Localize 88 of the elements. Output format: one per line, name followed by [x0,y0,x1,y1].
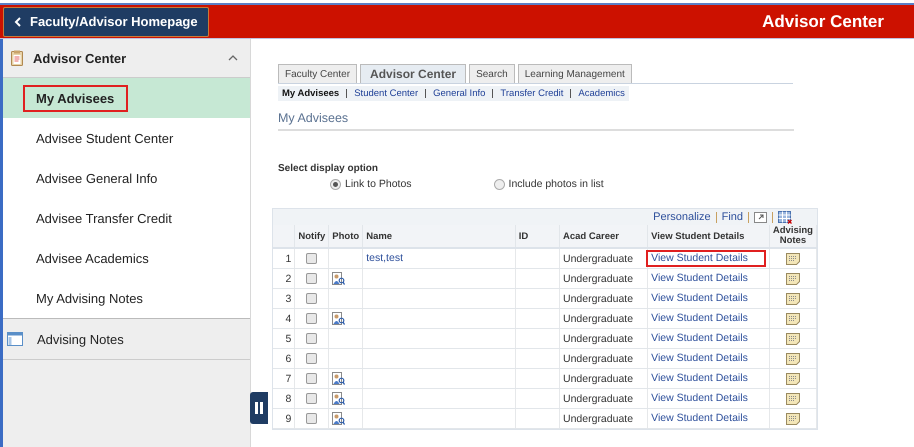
note-icon[interactable] [786,392,800,405]
page-title: My Advisees [278,111,794,131]
column-header: Photo [332,230,360,242]
page-header-title: Advisor Center [762,12,884,32]
checkbox[interactable] [306,413,318,424]
photo-search-icon[interactable] [332,392,346,406]
details-link[interactable]: View Student Details [646,390,753,407]
tab[interactable]: Learning Management [518,64,632,83]
checkbox[interactable] [306,333,318,344]
details-link[interactable]: View Student Details [646,370,753,387]
note-icon[interactable] [786,412,800,425]
new-window-icon[interactable] [754,212,767,222]
note-icon[interactable] [786,272,800,285]
checkbox[interactable] [306,253,318,264]
checkbox[interactable] [306,353,318,364]
row-number: 2 [286,272,292,284]
table-cell: Undergraduate [563,412,634,424]
subnav-link[interactable]: My Advisees [282,88,340,99]
toolbar-link[interactable]: Personalize [653,211,711,223]
subnav-link[interactable]: General Info [433,88,486,99]
note-icon[interactable] [786,352,800,365]
column-header: Advising Notes [772,225,813,246]
note-icon[interactable] [786,372,800,385]
subnav-link[interactable]: Student Center [354,88,418,99]
details-link[interactable]: View Student Details [646,290,753,307]
table-cell: Undergraduate [563,272,634,284]
subnav-link[interactable]: Transfer Credit [500,88,564,99]
row-number: 4 [286,312,292,324]
toolbar-link[interactable]: Find [722,211,743,223]
details-link[interactable]: View Student Details [646,250,766,267]
sidebar-item[interactable]: My Advisees [23,84,128,112]
row-number: 6 [286,352,292,364]
section-title: Advising Notes [37,332,124,346]
radio-label: Link to Photos [345,178,412,190]
row-number: 8 [286,392,292,404]
checkbox[interactable] [306,293,318,304]
note-icon[interactable] [786,332,800,345]
tab[interactable]: Advisor Center [360,64,466,83]
row-number: 1 [286,252,292,264]
details-link[interactable]: View Student Details [646,270,753,287]
option-label: Select display option [278,163,380,174]
photo-search-icon[interactable] [332,372,346,386]
photo-search-icon[interactable] [332,312,346,326]
row-number: 3 [286,292,292,304]
table-cell: Undergraduate [563,352,634,364]
checkbox[interactable] [306,313,318,324]
column-header: ID [518,230,528,242]
note-icon[interactable] [786,312,800,325]
table-cell: Undergraduate [563,312,634,324]
checkbox[interactable] [306,393,318,404]
radio-label: Include photos in list [508,178,604,190]
column-header: Acad Career [563,230,619,242]
radio-button[interactable] [330,178,341,190]
checkbox[interactable] [306,273,318,284]
table-cell: Undergraduate [563,252,634,264]
column-header: View Student Details [651,230,744,242]
spreadsheet-icon[interactable] [778,210,792,224]
section-title: Advisor Center [33,50,128,66]
note-icon[interactable] [786,252,800,265]
sidebar-section-header[interactable]: Advising Notes [3,318,250,360]
subnav-link[interactable]: Academics [578,88,625,99]
checkbox[interactable] [306,373,318,384]
details-link[interactable]: View Student Details [646,410,753,427]
tab[interactable]: Faculty Center [278,64,358,83]
column-header: Name [366,230,392,242]
collapse-handle[interactable] [250,392,268,424]
details-link[interactable]: View Student Details [646,330,753,347]
table-cell: Undergraduate [563,332,634,344]
table-cell: Undergraduate [563,292,634,304]
details-link[interactable]: View Student Details [646,350,753,367]
column-header: Notify [298,230,326,242]
clipboard-icon [11,50,23,66]
photo-search-icon[interactable] [332,412,346,426]
details-link[interactable]: View Student Details [646,310,753,327]
pause-icon [255,402,263,414]
note-icon[interactable] [786,292,800,305]
window-icon [7,332,23,346]
chevron-left-icon [14,16,22,26]
photo-search-icon[interactable] [332,272,346,286]
student-name-link[interactable]: test,test [361,250,408,267]
row-number: 5 [286,332,292,344]
back-button[interactable]: Faculty/Advisor Homepage [3,6,209,36]
table-cell: Undergraduate [563,392,634,404]
row-number: 9 [286,412,292,424]
row-number: 7 [286,372,292,384]
tab[interactable]: Search [469,64,515,83]
radio-button[interactable] [494,178,505,190]
table-cell: Undergraduate [563,372,634,384]
